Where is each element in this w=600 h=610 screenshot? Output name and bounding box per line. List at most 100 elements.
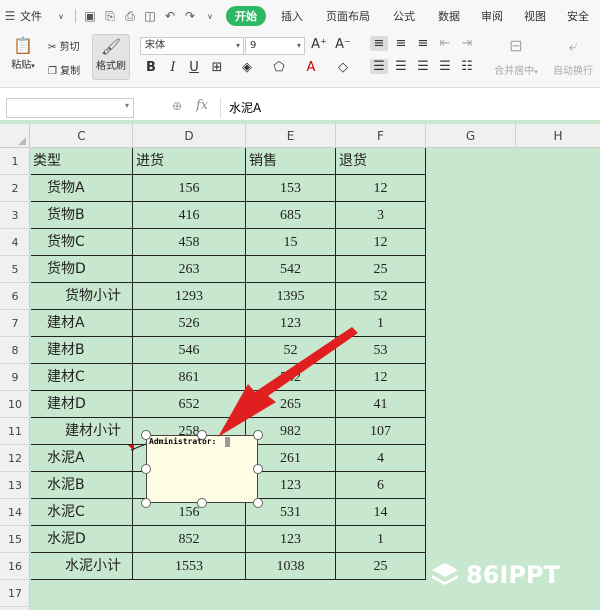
font-name-select[interactable]: 宋体 ▾ [140, 37, 244, 55]
row-header[interactable]: 5 [0, 256, 30, 283]
save-icon[interactable]: ▣ [80, 9, 100, 23]
column-header-f[interactable]: F [336, 124, 426, 148]
row-header[interactable]: 7 [0, 310, 30, 337]
border-icon[interactable]: ⊞ [208, 60, 226, 75]
cell-f12[interactable]: 4 [336, 445, 426, 472]
cell-c14[interactable]: 水泥C [31, 499, 133, 526]
merge-center-button[interactable]: ⊟ 合并居中▾ [490, 36, 542, 77]
row-header[interactable]: 3 [0, 202, 30, 229]
bold-icon[interactable]: B [142, 60, 160, 75]
resize-handle[interactable] [253, 498, 263, 508]
cell-c7[interactable]: 建材A [31, 310, 133, 337]
name-box[interactable]: ▾ [6, 98, 134, 118]
row-header[interactable]: 14 [0, 499, 30, 526]
cell-c5[interactable]: 货物D [31, 256, 133, 283]
row-header[interactable]: 16 [0, 553, 30, 580]
format-painter-button[interactable]: 🖌 格式刷 [92, 34, 130, 80]
decrease-font-icon[interactable]: A⁻ [334, 37, 352, 52]
cell-f11[interactable]: 107 [336, 418, 426, 445]
cell-c4[interactable]: 货物C [31, 229, 133, 256]
align-left-icon[interactable]: ☰ [370, 59, 388, 74]
align-center-icon[interactable]: ☰ [392, 59, 410, 74]
cell-d7[interactable]: 526 [133, 310, 246, 337]
cell-f5[interactable]: 25 [336, 256, 426, 283]
distribute-icon[interactable]: ☷ [458, 59, 476, 74]
cell-f13[interactable]: 6 [336, 472, 426, 499]
column-header-d[interactable]: D [133, 124, 246, 148]
cell-e16[interactable]: 1038 [246, 553, 336, 580]
row-header[interactable]: 17 [0, 580, 30, 607]
font-size-select[interactable]: 9 ▾ [245, 37, 305, 55]
cell-e10[interactable]: 265 [246, 391, 336, 418]
cell-f15[interactable]: 1 [336, 526, 426, 553]
justify-icon[interactable]: ☰ [436, 59, 454, 74]
cell-d5[interactable]: 263 [133, 256, 246, 283]
column-header-h[interactable]: H [516, 124, 600, 148]
resize-handle[interactable] [141, 498, 151, 508]
cell-d10[interactable]: 652 [133, 391, 246, 418]
cell-c15[interactable]: 水泥D [31, 526, 133, 553]
file-menu[interactable]: 文件 [20, 8, 51, 24]
increase-font-icon[interactable]: A⁺ [310, 37, 328, 52]
indent-increase-icon[interactable]: ⇥ [458, 36, 476, 51]
align-top-icon[interactable]: ≡ [370, 36, 388, 51]
cell-e1[interactable]: 销售 [246, 148, 336, 175]
cell-c8[interactable]: 建材B [31, 337, 133, 364]
cell-d16[interactable]: 1553 [133, 553, 246, 580]
cell-c13[interactable]: 水泥B [31, 472, 133, 499]
tab-formulas[interactable]: 公式 [379, 8, 424, 24]
resize-handle[interactable] [141, 430, 151, 440]
export-icon[interactable]: ⎘ [100, 9, 120, 24]
cell-f16[interactable]: 25 [336, 553, 426, 580]
cell-e4[interactable]: 15 [246, 229, 336, 256]
cell-c9[interactable]: 建材C [31, 364, 133, 391]
redo-icon[interactable]: ↷ [180, 9, 200, 23]
tab-data[interactable]: 数据 [424, 8, 469, 24]
cell-c6[interactable]: 货物小计 [31, 283, 133, 310]
tab-home[interactable]: 开始 [226, 6, 266, 26]
cell-f2[interactable]: 12 [336, 175, 426, 202]
row-header[interactable]: 6 [0, 283, 30, 310]
cell-f3[interactable]: 3 [336, 202, 426, 229]
cell-f8[interactable]: 53 [336, 337, 426, 364]
fill-color-icon[interactable]: ◈ [238, 60, 256, 75]
chevron-down-icon[interactable]: ∨ [200, 12, 220, 21]
cell-d9[interactable]: 861 [133, 364, 246, 391]
cell-f6[interactable]: 52 [336, 283, 426, 310]
cell-c3[interactable]: 货物B [31, 202, 133, 229]
row-header[interactable]: 11 [0, 418, 30, 445]
cell-f10[interactable]: 41 [336, 391, 426, 418]
cell-d6[interactable]: 1293 [133, 283, 246, 310]
resize-handle[interactable] [141, 464, 151, 474]
tab-view[interactable]: 视图 [512, 8, 555, 24]
cell-f9[interactable]: 12 [336, 364, 426, 391]
font-color-icon[interactable]: A [302, 60, 320, 75]
resize-handle[interactable] [253, 464, 263, 474]
tab-security[interactable]: 安全 [555, 8, 598, 24]
tab-page-layout[interactable]: 页面布局 [312, 8, 379, 24]
cell-e7[interactable]: 123 [246, 310, 336, 337]
select-all-corner[interactable] [0, 124, 30, 148]
resize-handle[interactable] [197, 430, 207, 440]
tab-insert[interactable]: 插入 [272, 8, 312, 24]
cell-e3[interactable]: 685 [246, 202, 336, 229]
chevron-down-icon[interactable]: ∨ [51, 12, 71, 21]
column-header-e[interactable]: E [246, 124, 336, 148]
cell-f14[interactable]: 14 [336, 499, 426, 526]
cell-e13[interactable]: 123 [246, 472, 336, 499]
cell-f4[interactable]: 12 [336, 229, 426, 256]
zoom-icon[interactable]: ⊕ [172, 99, 182, 113]
resize-handle[interactable] [197, 498, 207, 508]
row-header[interactable]: 4 [0, 229, 30, 256]
column-header-g[interactable]: G [426, 124, 516, 148]
shape-icon[interactable]: ⬠ [270, 60, 288, 75]
comment-box[interactable]: Administrator: [146, 435, 258, 503]
italic-icon[interactable]: I [164, 60, 182, 75]
cell-d2[interactable]: 156 [133, 175, 246, 202]
underline-icon[interactable]: U [185, 60, 203, 75]
cell-c1[interactable]: 类型 [31, 148, 133, 175]
copy-button[interactable]: ❐ 复制 [48, 62, 80, 77]
cell-d15[interactable]: 852 [133, 526, 246, 553]
cell-d1[interactable]: 进货 [133, 148, 246, 175]
wrap-text-button[interactable]: ⤶ 自动换行 [548, 36, 598, 77]
